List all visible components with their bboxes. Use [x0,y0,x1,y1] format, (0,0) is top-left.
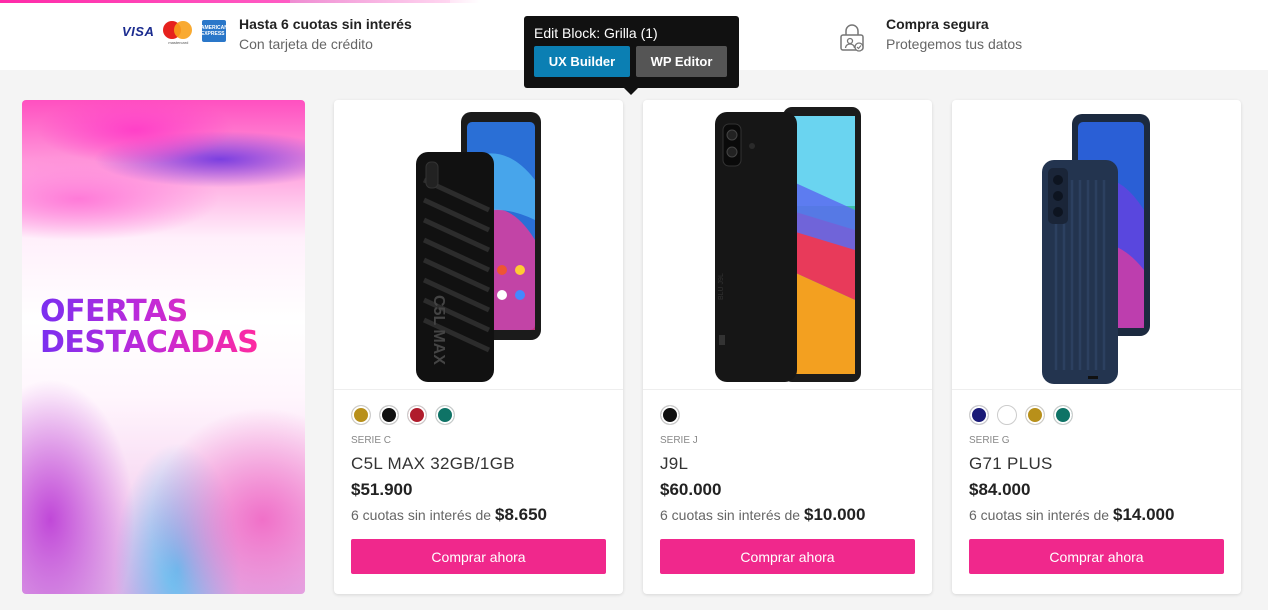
top-gradient-strip-2 [290,0,450,3]
visa-logo: VISA [122,23,155,39]
mastercard-logo: mastercard [162,20,194,45]
color-swatches [969,405,1073,425]
installments-subtitle: Con tarjeta de crédito [239,36,373,52]
edit-block-tooltip: Edit Block: Grilla (1) UX Builder WP Edi… [524,16,739,95]
product-series: SERIE J [660,435,698,446]
color-swatches [660,405,680,425]
product-name[interactable]: J9L [660,454,688,474]
installment-value: $10.000 [803,505,866,524]
installments-text: 6 cuotas sin interés de $14.000 [969,505,1175,524]
product-price: $51.900 [351,480,413,499]
product-image[interactable] [952,100,1241,390]
installments-title: Hasta 6 cuotas sin interés [239,16,412,32]
product-image[interactable]: BLU J9L [643,100,932,390]
product-image[interactable]: C5L MAX [334,100,623,390]
installments-text: 6 cuotas sin interés de $8.650 [351,505,547,524]
ux-builder-button[interactable]: UX Builder [534,46,630,77]
color-swatch[interactable] [969,405,989,425]
product-price: $60.000 [660,480,722,499]
product-name[interactable]: C5L MAX 32GB/1GB [351,454,515,474]
lock-user-icon [840,24,864,52]
secure-subtitle: Protegemos tus datos [886,36,1023,52]
edit-block-title: Edit Block: Grilla (1) [534,25,658,41]
installment-value: $14.000 [1112,505,1175,524]
color-swatch[interactable] [379,405,399,425]
installment-value: $8.650 [494,505,547,524]
product-card: BLU J9L SERIE J J9L $60.000 6 cuotas sin… [643,100,932,594]
wp-editor-button[interactable]: WP Editor [636,46,727,77]
color-swatch[interactable] [351,405,371,425]
svg-text:C5L MAX: C5L MAX [430,295,447,365]
color-swatch[interactable] [1053,405,1073,425]
color-swatch[interactable] [435,405,455,425]
payment-logos: VISA mastercard AMERICAN EXPRESS [122,20,228,45]
installments-info: Hasta 6 cuotas sin interés Con tarjeta d… [239,16,412,52]
product-price: $84.000 [969,480,1031,499]
secure-purchase-info: Compra segura Protegemos tus datos [886,16,1022,52]
secure-title: Compra segura [886,16,989,32]
amex-logo: AMERICAN EXPRESS [201,20,228,42]
product-series: SERIE G [969,435,1010,446]
color-swatch[interactable] [1025,405,1045,425]
product-card: SERIE G G71 PLUS $84.000 6 cuotas sin in… [952,100,1241,594]
product-name[interactable]: G71 PLUS [969,454,1053,474]
color-swatch[interactable] [997,405,1017,425]
buy-now-button[interactable]: Comprar ahora [660,539,915,574]
buy-now-button[interactable]: Comprar ahora [969,539,1224,574]
product-card: C5L MAX SERIE C C5L MAX 32GB/1GB $51.900… [334,100,623,594]
color-swatches [351,405,455,425]
installments-text: 6 cuotas sin interés de $10.000 [660,505,866,524]
color-swatch[interactable] [407,405,427,425]
promo-title: OFERTAS DESTACADAS [40,294,259,360]
buy-now-button[interactable]: Comprar ahora [351,539,606,574]
promo-banner[interactable]: OFERTAS DESTACADAS [22,100,305,594]
color-swatch[interactable] [660,405,680,425]
product-series: SERIE C [351,435,392,446]
svg-text:BLU J9L: BLU J9L [718,273,725,300]
